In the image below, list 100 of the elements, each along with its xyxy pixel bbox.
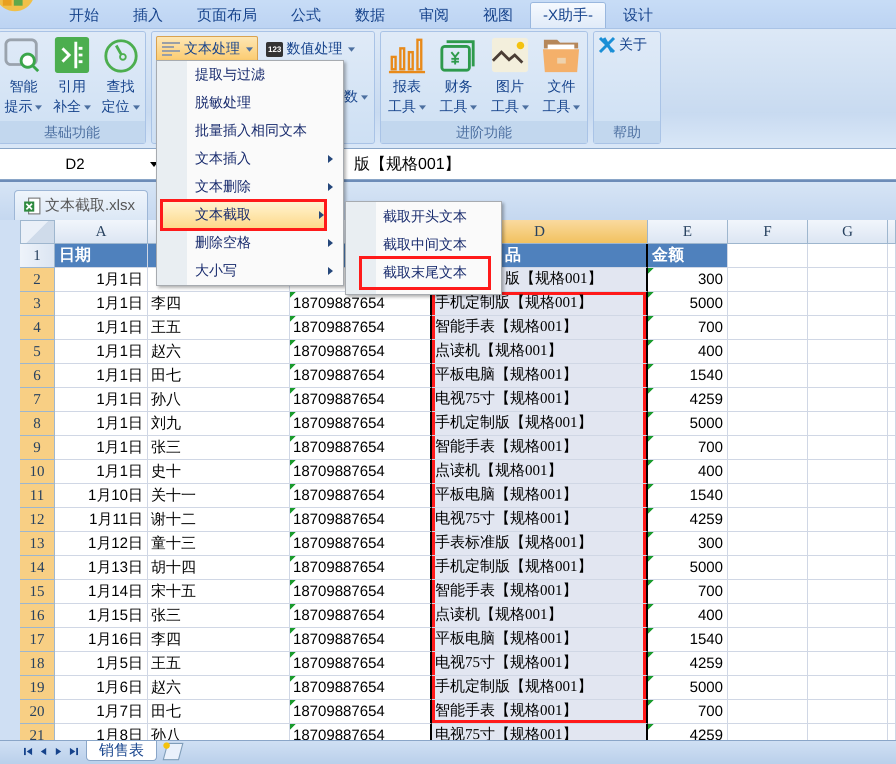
- table-cell: 手表标准版【规格001】: [432, 532, 648, 556]
- row-header[interactable]: 5: [20, 340, 55, 364]
- menu-item[interactable]: 文本删除: [157, 173, 343, 201]
- row-header[interactable]: 8: [20, 412, 55, 436]
- text-lines-icon: [161, 41, 181, 57]
- ribbon-button[interactable]: 数: [344, 88, 368, 106]
- ribbon-button[interactable]: 引用 补全: [48, 36, 95, 121]
- table-cell: 赵六: [148, 676, 290, 700]
- first-sheet-icon[interactable]: [24, 747, 33, 756]
- row-header[interactable]: 17: [20, 628, 55, 652]
- x-logo-icon: [598, 36, 616, 54]
- row-header[interactable]: 10: [20, 460, 55, 484]
- row-header[interactable]: 15: [20, 580, 55, 604]
- ribbon-tab[interactable]: -X助手-: [530, 2, 606, 28]
- table-cell: 18709887654: [290, 556, 432, 580]
- numbers-icon: 123: [266, 42, 284, 56]
- ribbon-tab[interactable]: 数据: [338, 2, 402, 28]
- ribbon-button[interactable]: 文件 工具: [538, 36, 584, 121]
- row-header[interactable]: 2: [20, 268, 55, 292]
- ribbon-tab[interactable]: 开始: [52, 2, 116, 28]
- menu-item[interactable]: 提取与过滤: [157, 61, 343, 89]
- column-header[interactable]: G: [808, 220, 888, 244]
- sheet-tab[interactable]: 销售表: [86, 741, 157, 761]
- column-header[interactable]: A: [55, 220, 148, 244]
- menu-item[interactable]: 文本截取: [160, 199, 327, 231]
- row-header[interactable]: 9: [20, 436, 55, 460]
- column-header[interactable]: E: [648, 220, 728, 244]
- menu-item[interactable]: 删除空格: [157, 229, 343, 257]
- next-sheet-icon[interactable]: [54, 747, 63, 756]
- table-cell: 1月12日: [55, 532, 148, 556]
- ribbon-tab[interactable]: 插入: [116, 2, 180, 28]
- table-cell: 日期: [55, 244, 148, 268]
- ribbon-tab[interactable]: 审阅: [402, 2, 466, 28]
- bar-chart-icon: [388, 36, 426, 74]
- ribbon-tab[interactable]: 公式: [274, 2, 338, 28]
- previous-sheet-icon[interactable]: [39, 747, 48, 756]
- table-cell: 1月1日: [55, 316, 148, 340]
- table-cell: 手机定制版【规格001】: [432, 676, 648, 700]
- table-cell: 智能手表【规格001】: [432, 436, 648, 460]
- table-cell: 手机定制版【规格001】: [432, 556, 648, 580]
- row-header[interactable]: 7: [20, 388, 55, 412]
- table-cell: 18709887654: [290, 340, 432, 364]
- table-cell: 电视75寸【规格001】: [432, 508, 648, 532]
- table-cell: 点读机【规格001】: [432, 604, 648, 628]
- ribbon-button[interactable]: 查找 定位: [98, 36, 144, 121]
- about-button[interactable]: 关于: [598, 36, 647, 54]
- last-sheet-icon[interactable]: [69, 747, 78, 756]
- row-header[interactable]: 6: [20, 364, 55, 388]
- ribbon-tab[interactable]: 页面布局: [180, 2, 274, 28]
- table-cell: 400: [648, 340, 728, 364]
- ribbon-button[interactable]: 财务 工具: [435, 36, 482, 121]
- table-cell: 史十: [148, 460, 290, 484]
- submenu-arrow-icon: [328, 239, 333, 247]
- table-cell: 18709887654: [290, 532, 432, 556]
- dropdown-icon: [470, 104, 478, 110]
- dropdown-icon: [246, 46, 253, 52]
- row-header[interactable]: 11: [20, 484, 55, 508]
- name-box[interactable]: D2: [0, 156, 150, 172]
- row-header[interactable]: 16: [20, 604, 55, 628]
- column-header[interactable]: F: [728, 220, 808, 244]
- ribbon-tab[interactable]: 视图: [466, 2, 530, 28]
- table-cell: 18709887654: [290, 316, 432, 340]
- bracket-icon: [52, 36, 91, 74]
- menu-item[interactable]: 脱敏处理: [157, 89, 343, 117]
- spreadsheet-file-icon: [23, 196, 41, 214]
- table-cell: 1月10日: [55, 484, 148, 508]
- ribbon-button[interactable]: 智能 提示: [0, 36, 46, 121]
- table-cell: 4259: [648, 652, 728, 676]
- workbook-tab[interactable]: 文本截取.xlsx: [14, 190, 148, 220]
- row-header[interactable]: 19: [20, 676, 55, 700]
- workbook-title: 文本截取.xlsx: [45, 196, 135, 215]
- table-cell: 700: [648, 580, 728, 604]
- submenu-arrow-icon: [319, 211, 324, 219]
- dropdown-icon: [132, 104, 140, 110]
- row-header[interactable]: 12: [20, 508, 55, 532]
- table-cell: 1月15日: [55, 604, 148, 628]
- table-cell: 700: [648, 316, 728, 340]
- table-cell: 电视75寸【规格001】: [432, 388, 648, 412]
- table-cell: 1月1日: [55, 268, 148, 292]
- table-cell: 平板电脑【规格001】: [432, 364, 648, 388]
- row-header[interactable]: 18: [20, 652, 55, 676]
- row-header[interactable]: 20: [20, 700, 55, 724]
- table-cell: 平板电脑【规格001】: [432, 628, 648, 652]
- ribbon-button[interactable]: 报表 工具: [384, 36, 430, 121]
- row-header[interactable]: 13: [20, 532, 55, 556]
- row-header[interactable]: 1: [20, 244, 55, 268]
- ribbon-tab[interactable]: 设计: [606, 2, 670, 28]
- row-header[interactable]: 4: [20, 316, 55, 340]
- menu-item[interactable]: 文本插入: [157, 145, 343, 173]
- ribbon-button[interactable]: 图片 工具: [486, 36, 533, 121]
- menu-item[interactable]: 大小写: [157, 257, 343, 285]
- table-cell: 18709887654: [290, 628, 432, 652]
- table-cell: 点读机【规格001】: [432, 340, 648, 364]
- row-header[interactable]: 14: [20, 556, 55, 580]
- ribbon-button[interactable]: 文本处理: [156, 36, 258, 62]
- table-cell: 1540: [648, 484, 728, 508]
- menu-item[interactable]: 批量插入相同文本: [157, 117, 343, 145]
- row-header[interactable]: 3: [20, 292, 55, 316]
- table-cell: 王五: [148, 316, 290, 340]
- menu-item[interactable]: 截取末尾文本: [359, 256, 491, 290]
